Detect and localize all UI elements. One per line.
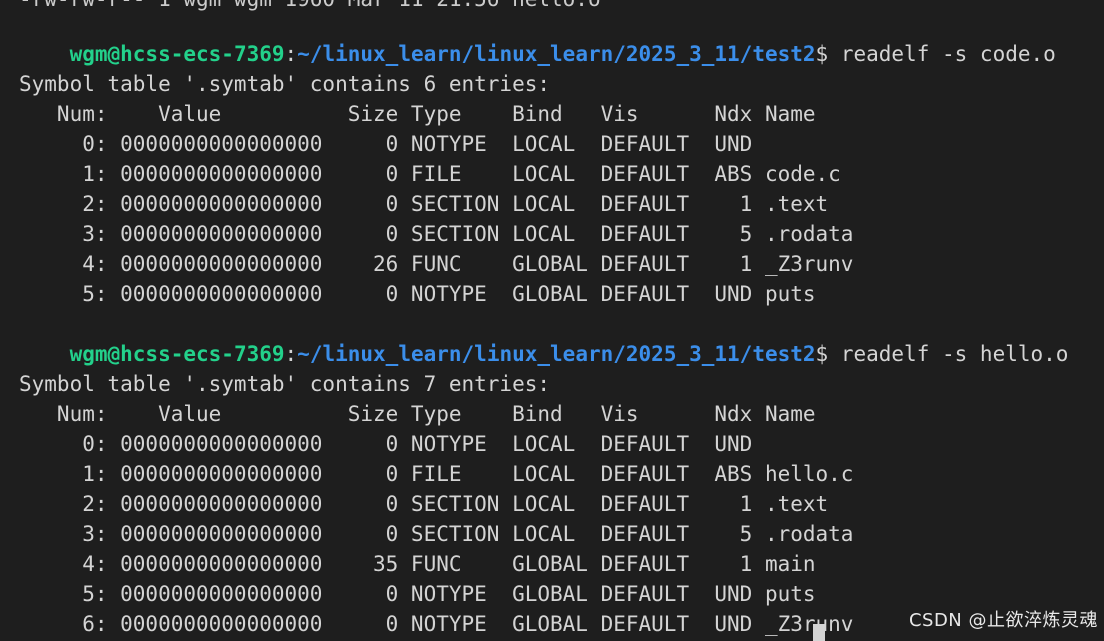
text-cursor	[813, 624, 825, 641]
symtab-row: 2: 0000000000000000 0 SECTION LOCAL DEFA…	[19, 192, 829, 216]
csdn-watermark: CSDN @止欲淬炼灵魂	[908, 610, 1098, 631]
prompt-user-host: wgm@hcss-ecs-7369	[69, 342, 285, 366]
symtab-row: 6: 0000000000000000 0 NOTYPE GLOBAL DEFA…	[19, 612, 854, 636]
symtab-row: 4: 0000000000000000 26 FUNC GLOBAL DEFAU…	[19, 252, 854, 276]
symtab-row: 3: 0000000000000000 0 SECTION LOCAL DEFA…	[19, 222, 854, 246]
symtab-header: Num: Value Size Type Bind Vis Ndx Name	[19, 402, 816, 426]
symtab-summary: Symbol table '.symtab' contains 6 entrie…	[19, 72, 551, 96]
symtab-row: 1: 0000000000000000 0 FILE LOCAL DEFAULT…	[19, 162, 841, 186]
prompt-colon: :	[284, 42, 298, 66]
prompt-path: ~/linux_learn/linux_learn/2025_3_11/test…	[297, 342, 816, 366]
symtab-row: 0: 0000000000000000 0 NOTYPE LOCAL DEFAU…	[19, 132, 765, 156]
prompt-dollar: $	[815, 342, 829, 366]
symtab-header: Num: Value Size Type Bind Vis Ndx Name	[19, 102, 816, 126]
symtab-row: 0: 0000000000000000 0 NOTYPE LOCAL DEFAU…	[19, 432, 765, 456]
prompt-path: ~/linux_learn/linux_learn/2025_3_11/test…	[297, 42, 816, 66]
symtab-summary: Symbol table '.symtab' contains 7 entrie…	[19, 372, 551, 396]
symtab-row: 5: 0000000000000000 0 NOTYPE GLOBAL DEFA…	[19, 282, 816, 306]
symtab-row: 3: 0000000000000000 0 SECTION LOCAL DEFA…	[19, 522, 854, 546]
terminal-window[interactable]: -rw-rw-r-- 1 wgm wgm 1960 Mar 11 21:56 h…	[0, 0, 1104, 641]
command-text: readelf -s hello.o	[828, 342, 1069, 366]
symtab-row: 4: 0000000000000000 35 FUNC GLOBAL DEFAU…	[19, 552, 816, 576]
shell-prompt: wgm@hcss-ecs-7369:~/linux_learn/linux_le…	[19, 9, 1056, 66]
prompt-dollar: $	[815, 42, 829, 66]
symtab-row: 1: 0000000000000000 0 FILE LOCAL DEFAULT…	[19, 462, 854, 486]
symtab-row: 2: 0000000000000000 0 SECTION LOCAL DEFA…	[19, 492, 829, 516]
shell-prompt: wgm@hcss-ecs-7369:~/linux_learn/linux_le…	[19, 309, 1069, 366]
symtab-row: 5: 0000000000000000 0 NOTYPE GLOBAL DEFA…	[19, 582, 816, 606]
prompt-user-host: wgm@hcss-ecs-7369	[69, 42, 285, 66]
command-text: readelf -s code.o	[828, 42, 1056, 66]
prompt-colon: :	[284, 342, 298, 366]
